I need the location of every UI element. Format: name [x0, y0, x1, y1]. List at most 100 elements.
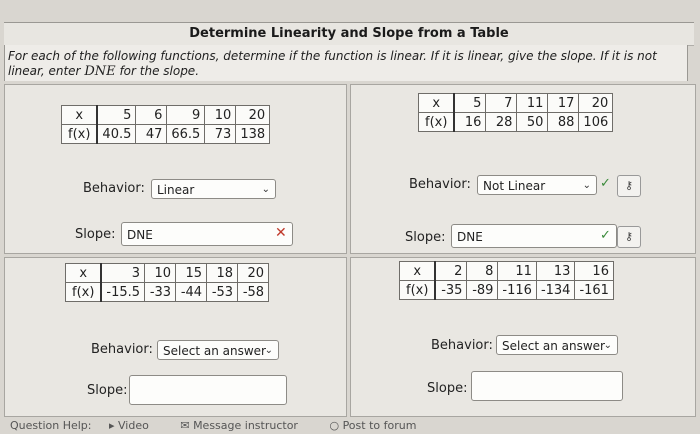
table-cell: 20	[237, 263, 270, 283]
behavior-label: Behavior:	[409, 177, 471, 192]
table-cell: -58	[237, 282, 270, 302]
page-title: Determine Linearity and Slope from a Tab…	[4, 22, 694, 46]
table-cell: 18	[206, 263, 239, 283]
problem-4: x 2 8 11 13 16 f(x) -35 -89 -116 -134 -1…	[350, 257, 696, 417]
row-label-fx: f(x)	[399, 280, 437, 300]
table-cell: -15.5	[100, 282, 146, 302]
instructions-dne: DNE	[84, 64, 116, 79]
table-cell: 5	[453, 93, 487, 113]
video-link-label: Video	[118, 419, 149, 432]
problem-3: x 3 10 15 18 20 f(x) -15.5 -33 -44 -53 -…	[4, 257, 347, 417]
post-to-forum-link[interactable]: ○ Post to forum	[329, 419, 430, 432]
table-cell: -33	[144, 282, 177, 302]
behavior-select-value: Select an answer	[502, 339, 605, 353]
slope-label: Slope:	[87, 383, 128, 398]
table-cell: 16	[453, 112, 487, 132]
table-cell: 10	[144, 263, 177, 283]
slope-input[interactable]: DNE	[121, 222, 293, 246]
chevron-down-icon: ⌄	[264, 345, 273, 356]
table-cell: 88	[547, 112, 580, 132]
table-cell: 40.5	[96, 124, 137, 144]
table-cell: 47	[135, 124, 168, 144]
slope-label: Slope:	[405, 230, 446, 245]
behavior-select-value: Select an answer	[163, 344, 266, 358]
function-table: x 2 8 11 13 16 f(x) -35 -89 -116 -134 -1…	[399, 261, 614, 300]
slope-label: Slope:	[427, 381, 468, 396]
table-cell: -53	[206, 282, 239, 302]
row-label-fx: f(x)	[418, 112, 456, 132]
row-label-x: x	[418, 93, 456, 113]
table-cell: 13	[535, 261, 576, 281]
key-icon[interactable]: ⚷	[617, 175, 641, 197]
function-table: x 5 7 11 17 20 f(x) 16 28 50 88 106	[418, 93, 614, 132]
row-label-x: x	[65, 263, 103, 283]
table-cell: 11	[516, 93, 549, 113]
behavior-select[interactable]: Select an answer ⌄	[496, 335, 618, 355]
table-cell: 3	[100, 263, 146, 283]
instructions: For each of the following functions, det…	[4, 45, 688, 81]
table-cell: -116	[497, 280, 537, 300]
post-link-label: Post to forum	[342, 419, 417, 432]
instructions-text-end: for the slope.	[119, 64, 200, 78]
slope-label: Slope:	[75, 227, 116, 242]
table-cell: 50	[516, 112, 549, 132]
row-label-x: x	[61, 105, 99, 125]
behavior-select[interactable]: Select an answer ⌄	[157, 340, 279, 360]
table-cell: 20	[235, 105, 271, 125]
table-cell: 73	[204, 124, 237, 144]
slope-input[interactable]	[471, 371, 623, 401]
close-icon: ✕	[275, 225, 287, 241]
row-label-fx: f(x)	[65, 282, 103, 302]
slope-input-value: DNE	[457, 230, 483, 244]
chevron-down-icon: ⌄	[603, 340, 612, 351]
slope-input[interactable]: DNE	[451, 224, 617, 248]
behavior-label: Behavior:	[431, 338, 493, 353]
check-icon: ✓	[600, 176, 611, 191]
table-cell: 28	[485, 112, 518, 132]
table-cell: -44	[175, 282, 208, 302]
video-link[interactable]: ▸ Video	[109, 419, 163, 432]
behavior-select-value: Not Linear	[483, 179, 546, 193]
key-icon[interactable]: ⚷	[617, 226, 641, 248]
table-cell: 106	[578, 112, 614, 132]
problem-1: x 5 6 9 10 20 f(x) 40.5 47 66.5 73 138 B…	[4, 84, 347, 254]
question-help-bar: Question Help: ▸ Video ✉ Message instruc…	[10, 419, 444, 432]
problem-2: x 5 7 11 17 20 f(x) 16 28 50 88 106 Beha…	[350, 84, 696, 254]
table-cell: -89	[466, 280, 499, 300]
check-icon: ✓	[600, 228, 611, 243]
table-cell: 11	[497, 261, 537, 281]
chevron-down-icon: ⌄	[582, 180, 591, 191]
slope-input[interactable]	[129, 375, 287, 405]
table-cell: 8	[466, 261, 499, 281]
table-cell: 138	[235, 124, 271, 144]
row-label-x: x	[399, 261, 437, 281]
page: Determine Linearity and Slope from a Tab…	[0, 0, 700, 434]
question-help-label: Question Help:	[10, 419, 92, 432]
table-cell: 16	[574, 261, 614, 281]
function-table: x 5 6 9 10 20 f(x) 40.5 47 66.5 73 138	[61, 105, 271, 144]
table-cell: -134	[535, 280, 576, 300]
behavior-select[interactable]: Linear ⌄	[151, 179, 276, 199]
behavior-select-value: Linear	[157, 183, 195, 197]
message-link-label: Message instructor	[193, 419, 298, 432]
table-cell: 6	[135, 105, 168, 125]
table-cell: 15	[175, 263, 208, 283]
message-instructor-link[interactable]: ✉ Message instructor	[180, 419, 312, 432]
behavior-label: Behavior:	[83, 181, 145, 196]
function-table: x 3 10 15 18 20 f(x) -15.5 -33 -44 -53 -…	[65, 263, 270, 302]
table-cell: 7	[485, 93, 518, 113]
table-cell: 20	[578, 93, 614, 113]
slope-input-value: DNE	[127, 228, 153, 242]
table-cell: -161	[574, 280, 614, 300]
table-cell: 9	[166, 105, 206, 125]
table-cell: -35	[434, 280, 468, 300]
table-cell: 17	[547, 93, 580, 113]
chevron-down-icon: ⌄	[261, 184, 270, 195]
table-cell: 5	[96, 105, 137, 125]
behavior-label: Behavior:	[91, 342, 153, 357]
table-cell: 2	[434, 261, 468, 281]
table-cell: 10	[204, 105, 237, 125]
table-cell: 66.5	[166, 124, 206, 144]
row-label-fx: f(x)	[61, 124, 99, 144]
behavior-select[interactable]: Not Linear ⌄	[477, 175, 597, 195]
